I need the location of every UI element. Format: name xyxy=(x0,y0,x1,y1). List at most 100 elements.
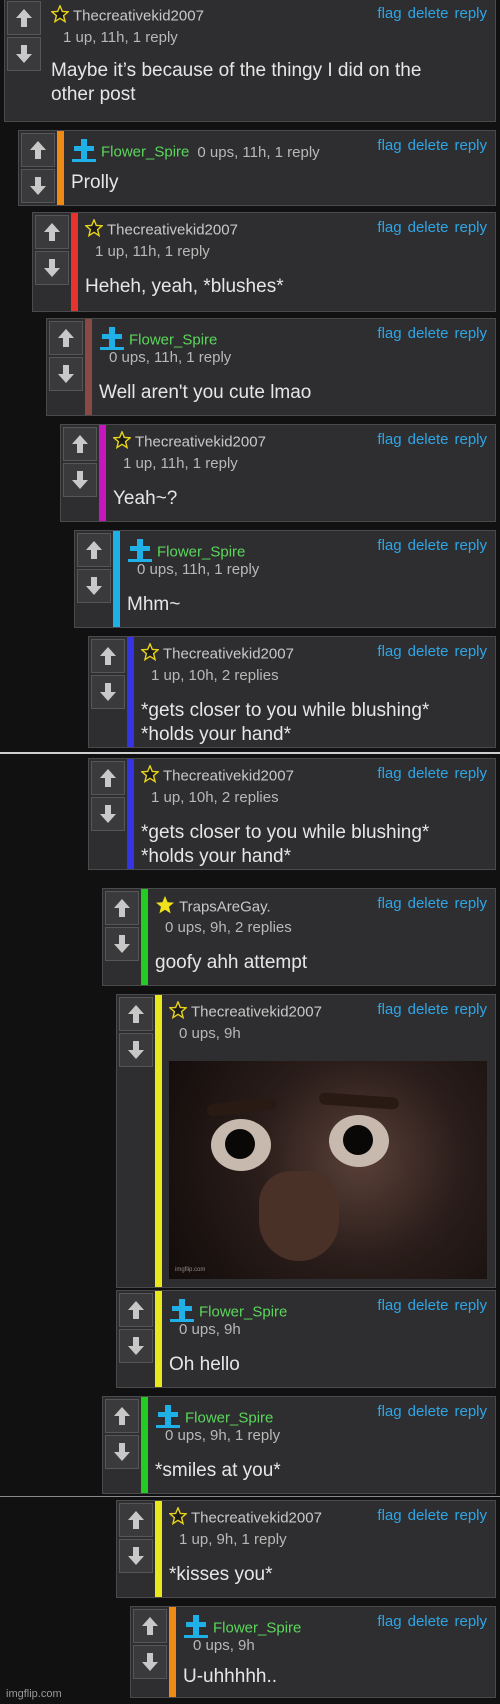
arrow-up-icon xyxy=(128,1511,144,1529)
downvote-button[interactable] xyxy=(91,797,125,831)
downvote-button[interactable] xyxy=(35,251,69,285)
comment-actions: flag delete reply xyxy=(371,137,487,154)
downvote-button[interactable] xyxy=(119,1033,153,1067)
reply-link[interactable]: reply xyxy=(454,895,487,912)
reply-link[interactable]: reply xyxy=(454,325,487,342)
upvote-button[interactable] xyxy=(21,133,55,167)
flag-link[interactable]: flag xyxy=(377,643,401,660)
upvote-button[interactable] xyxy=(119,1503,153,1537)
star-outline-icon xyxy=(168,1000,188,1023)
username-link[interactable]: Flower_Spire xyxy=(157,544,245,561)
delete-link[interactable]: delete xyxy=(408,765,449,782)
downvote-button[interactable] xyxy=(63,463,97,497)
flag-link[interactable]: flag xyxy=(377,1613,401,1630)
delete-link[interactable]: delete xyxy=(408,537,449,554)
upvote-button[interactable] xyxy=(105,1399,139,1433)
arrow-up-icon xyxy=(44,223,60,241)
reply-link[interactable]: reply xyxy=(454,1507,487,1524)
delete-link[interactable]: delete xyxy=(408,431,449,448)
username-link[interactable]: TrapsAreGay. xyxy=(179,899,271,916)
username-link[interactable]: Thecreativekid2007 xyxy=(135,434,266,451)
upvote-button[interactable] xyxy=(7,1,41,35)
delete-link[interactable]: delete xyxy=(408,643,449,660)
reply-link[interactable]: reply xyxy=(454,1001,487,1018)
reply-link[interactable]: reply xyxy=(454,219,487,236)
username-link[interactable]: Thecreativekid2007 xyxy=(163,646,294,663)
reply-link[interactable]: reply xyxy=(454,1297,487,1314)
upvote-button[interactable] xyxy=(35,215,69,249)
upvote-button[interactable] xyxy=(105,891,139,925)
page-watermark: imgflip.com xyxy=(6,1688,62,1700)
delete-link[interactable]: delete xyxy=(408,1507,449,1524)
flag-link[interactable]: flag xyxy=(377,431,401,448)
downvote-button[interactable] xyxy=(91,675,125,709)
downvote-button[interactable] xyxy=(119,1329,153,1363)
flag-link[interactable]: flag xyxy=(377,1507,401,1524)
downvote-button[interactable] xyxy=(105,927,139,961)
delete-link[interactable]: delete xyxy=(408,1001,449,1018)
flag-link[interactable]: flag xyxy=(377,537,401,554)
username-link[interactable]: Flower_Spire xyxy=(129,332,217,349)
delete-link[interactable]: delete xyxy=(408,5,449,22)
flag-link[interactable]: flag xyxy=(377,5,401,22)
downvote-button[interactable] xyxy=(105,1435,139,1469)
delete-link[interactable]: delete xyxy=(408,325,449,342)
depth-stripe xyxy=(155,1291,162,1387)
username-link[interactable]: Flower_Spire xyxy=(213,1620,301,1637)
username-link[interactable]: Thecreativekid2007 xyxy=(191,1004,322,1021)
depth-stripe xyxy=(99,425,106,521)
upvote-button[interactable] xyxy=(49,321,83,355)
downvote-button[interactable] xyxy=(119,1539,153,1573)
upvote-button[interactable] xyxy=(119,997,153,1031)
comment-stats: 0 ups, 9h, 1 reply xyxy=(165,1427,281,1444)
comment: Flower_Spire flag delete reply 0 ups, 9h, … xyxy=(102,1396,496,1494)
delete-link[interactable]: delete xyxy=(408,137,449,154)
comment-text: Yeah~? xyxy=(113,488,178,509)
downvote-button[interactable] xyxy=(21,169,55,203)
reply-link[interactable]: reply xyxy=(454,1613,487,1630)
comment-actions: flag delete reply xyxy=(371,537,487,554)
downvote-button[interactable] xyxy=(133,1645,167,1679)
upvote-button[interactable] xyxy=(133,1609,167,1643)
downvote-button[interactable] xyxy=(49,357,83,391)
username-link[interactable]: Flower_Spire xyxy=(101,144,189,161)
username-link[interactable]: Thecreativekid2007 xyxy=(191,1510,322,1527)
flag-link[interactable]: flag xyxy=(377,895,401,912)
upvote-button[interactable] xyxy=(77,533,111,567)
reply-link[interactable]: reply xyxy=(454,765,487,782)
reply-link[interactable]: reply xyxy=(454,643,487,660)
downvote-button[interactable] xyxy=(77,569,111,603)
upvote-button[interactable] xyxy=(119,1293,153,1327)
comment-text: *kisses you* xyxy=(169,1564,273,1585)
downvote-button[interactable] xyxy=(7,37,41,71)
reply-link[interactable]: reply xyxy=(454,1403,487,1420)
username-link[interactable]: Thecreativekid2007 xyxy=(73,8,204,25)
reply-link[interactable]: reply xyxy=(454,5,487,22)
username-link[interactable]: Flower_Spire xyxy=(185,1410,273,1427)
flag-link[interactable]: flag xyxy=(377,765,401,782)
username-link[interactable]: Flower_Spire xyxy=(199,1304,287,1321)
upvote-button[interactable] xyxy=(91,639,125,673)
flag-link[interactable]: flag xyxy=(377,1403,401,1420)
comment-actions: flag delete reply xyxy=(371,1507,487,1524)
image-watermark: imgflip.com xyxy=(175,1267,206,1273)
flag-link[interactable]: flag xyxy=(377,137,401,154)
flag-link[interactable]: flag xyxy=(377,1297,401,1314)
flag-link[interactable]: flag xyxy=(377,219,401,236)
delete-link[interactable]: delete xyxy=(408,1613,449,1630)
upvote-button[interactable] xyxy=(63,427,97,461)
reply-link[interactable]: reply xyxy=(454,137,487,154)
delete-link[interactable]: delete xyxy=(408,1403,449,1420)
meme-image[interactable]: imgflip.com xyxy=(169,1061,487,1279)
reply-link[interactable]: reply xyxy=(454,537,487,554)
flag-link[interactable]: flag xyxy=(377,1001,401,1018)
reply-link[interactable]: reply xyxy=(454,431,487,448)
username-link[interactable]: Thecreativekid2007 xyxy=(107,222,238,239)
comment-stats: 1 up, 11h, 1 reply xyxy=(63,29,178,46)
username-link[interactable]: Thecreativekid2007 xyxy=(163,768,294,785)
delete-link[interactable]: delete xyxy=(408,219,449,236)
upvote-button[interactable] xyxy=(91,761,125,795)
flag-link[interactable]: flag xyxy=(377,325,401,342)
delete-link[interactable]: delete xyxy=(408,895,449,912)
delete-link[interactable]: delete xyxy=(408,1297,449,1314)
